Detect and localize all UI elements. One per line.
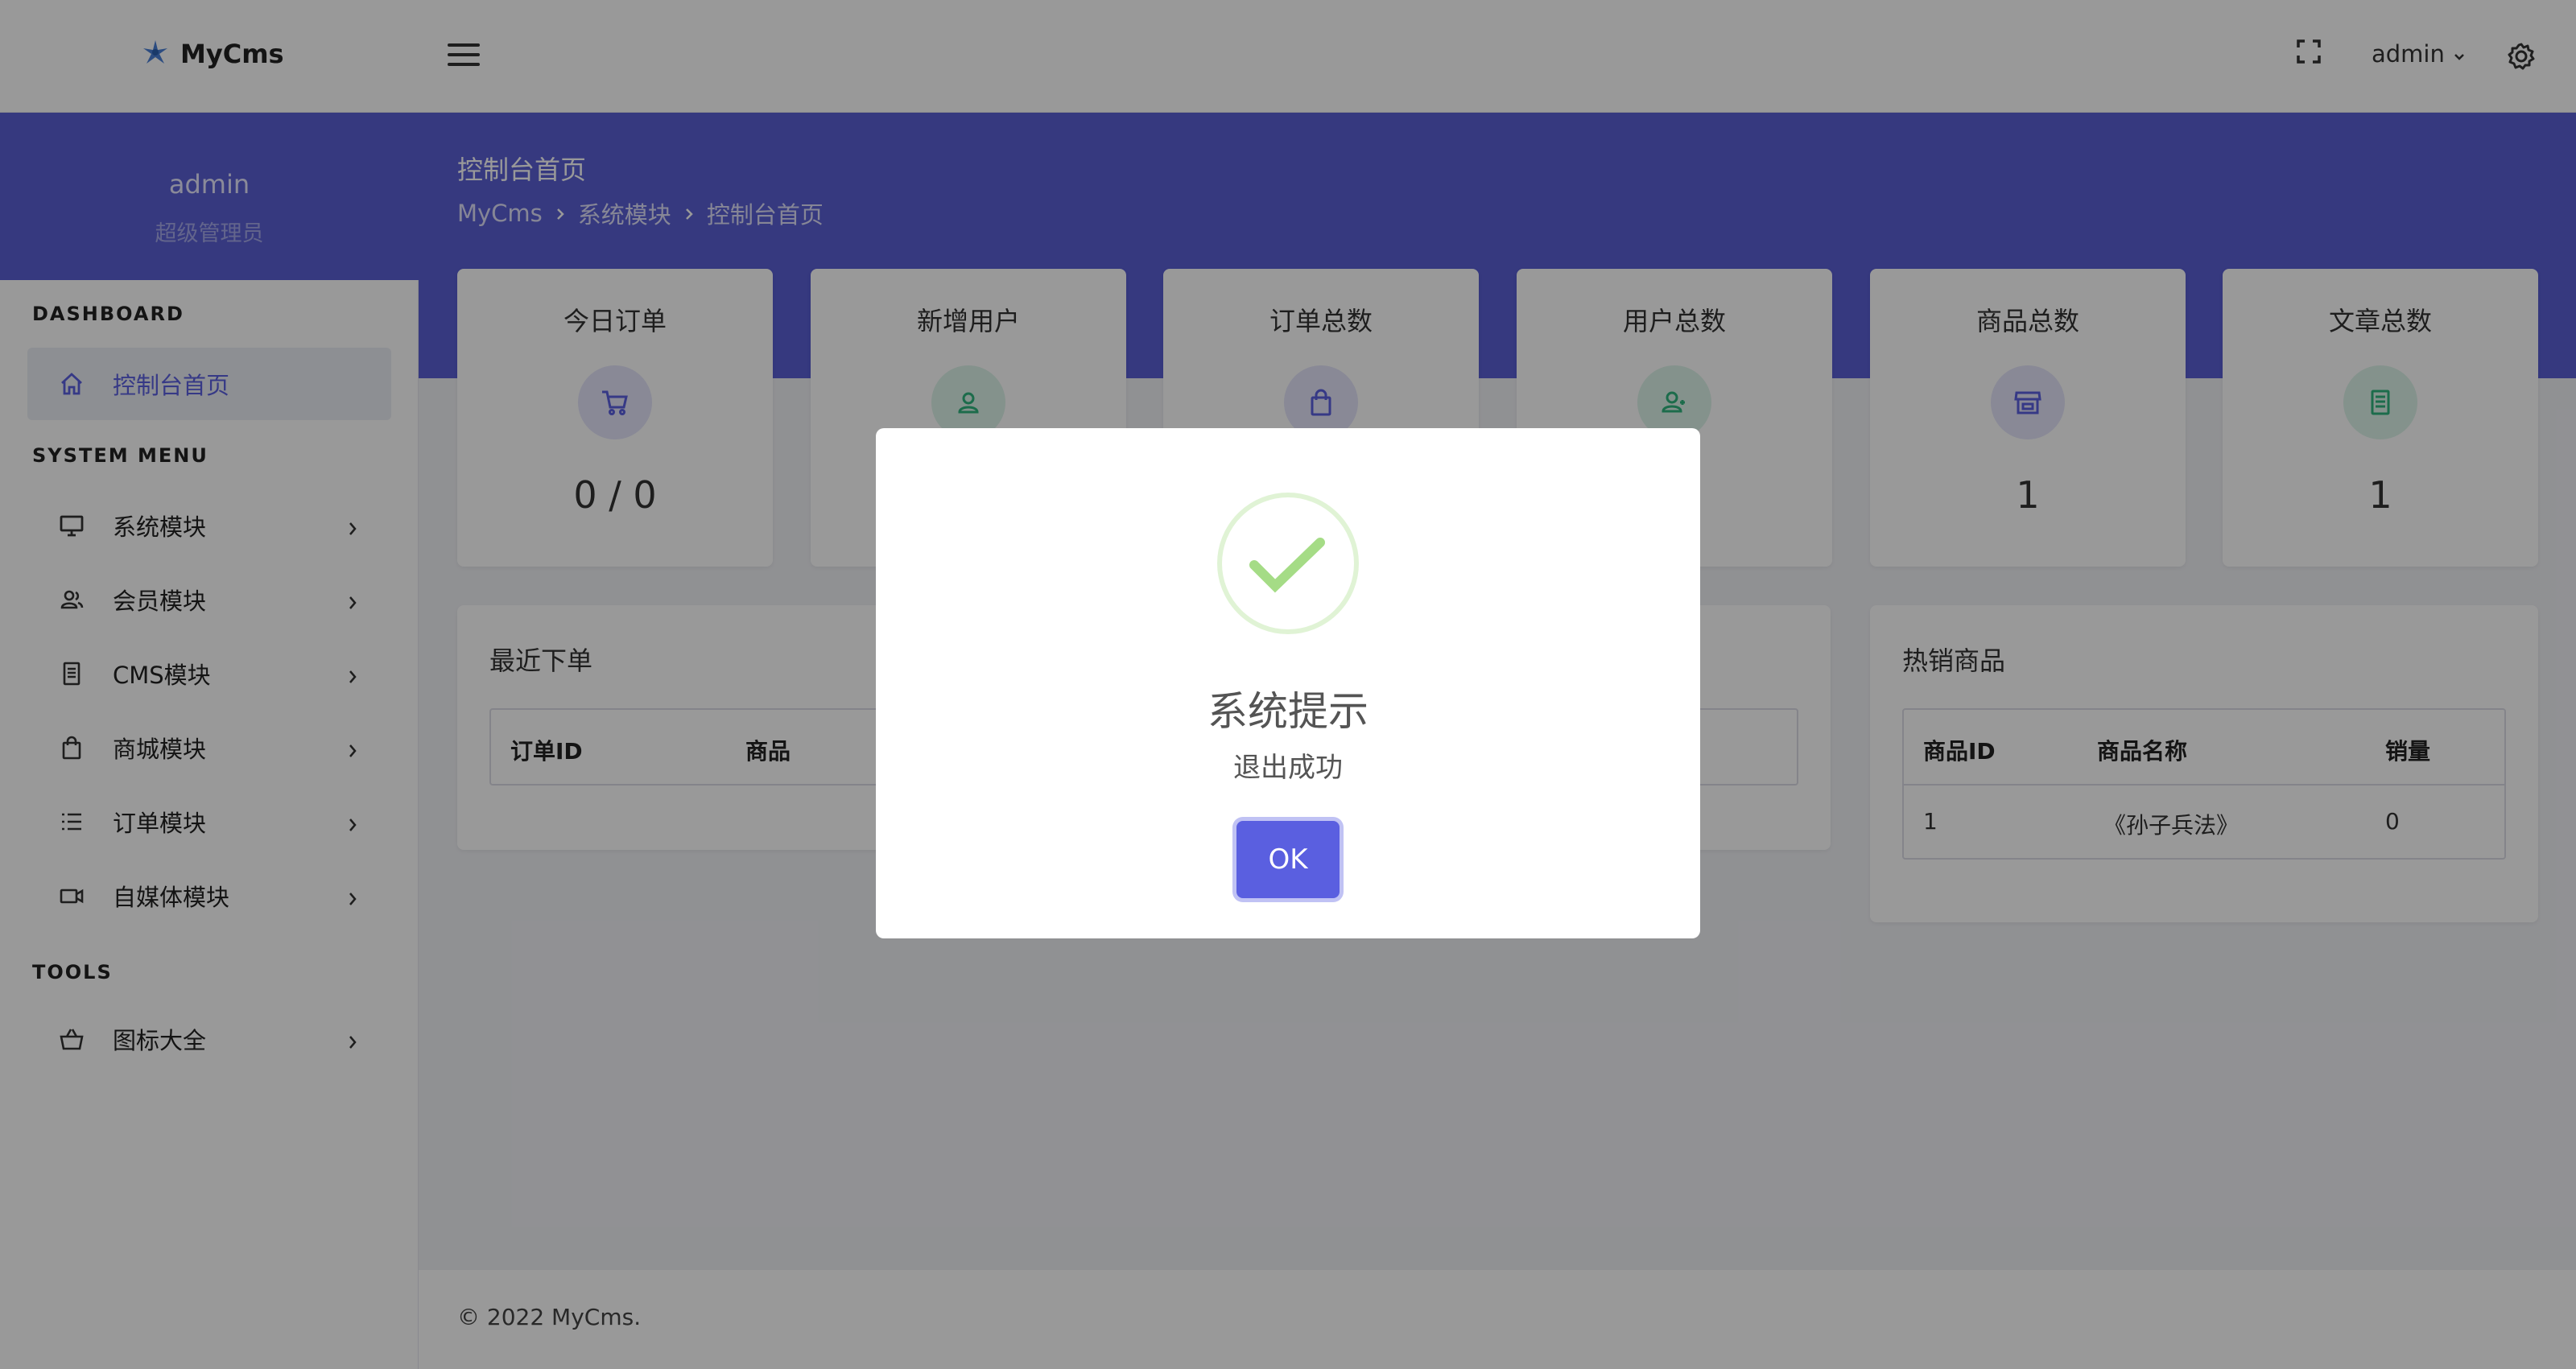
ok-button[interactable]: OK bbox=[1236, 821, 1340, 898]
dialog-title: 系统提示 bbox=[1208, 688, 1368, 735]
alert-dialog: 系统提示 退出成功 OK bbox=[876, 428, 1700, 938]
dialog-message: 退出成功 bbox=[1233, 752, 1343, 784]
success-check-icon bbox=[1217, 493, 1359, 634]
